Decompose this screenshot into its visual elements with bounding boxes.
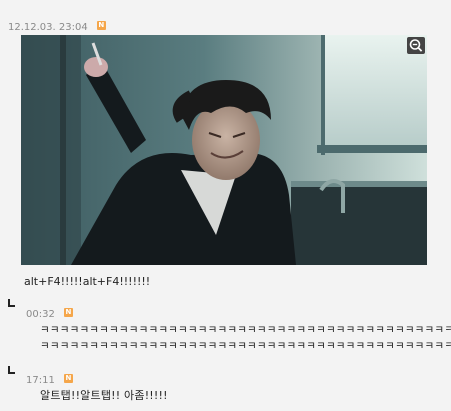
new-badge-icon: N [63,308,73,317]
new-badge-icon: N [96,21,106,30]
reply-text-line: ㅋㅋㅋㅋㅋㅋㅋㅋㅋㅋㅋㅋㅋㅋㅋㅋㅋㅋㅋㅋㅋㅋㅋㅋㅋㅋㅋㅋㅋㅋㅋㅋㅋㅋㅋㅋㅋㅋㅋㅋ… [40,340,451,352]
post-timestamp: 12.12.03. 23:04 [8,22,88,33]
post-text: alt+F4!!!!!alt+F4!!!!!!! [24,275,151,288]
reply-text-line: ㅋㅋㅋㅋㅋㅋㅋㅋㅋㅋㅋㅋㅋㅋㅋㅋㅋㅋㅋㅋㅋㅋㅋㅋㅋㅋㅋㅋㅋㅋㅋㅋㅋㅋㅋㅋㅋㅋㅋㅋ… [40,324,451,336]
zoom-button[interactable] [407,37,425,54]
reply-timestamp: 00:32 [26,309,55,320]
reply-text: 알트탭!!알트탭!! 아좀!!!!! [40,389,168,402]
reply-arrow-icon [8,366,15,374]
reply-timestamp: 17:11 [26,375,55,386]
zoom-in-icon [409,39,423,52]
reply-meta: 00:32 N [26,302,73,321]
post-header: 12.12.03. 23:04 N [8,15,106,34]
reply-arrow-icon [8,299,15,307]
reply-meta: 17:11 N [26,368,73,387]
new-badge-icon: N [63,374,73,383]
post-photo[interactable] [21,35,427,265]
photo-image [21,35,427,265]
